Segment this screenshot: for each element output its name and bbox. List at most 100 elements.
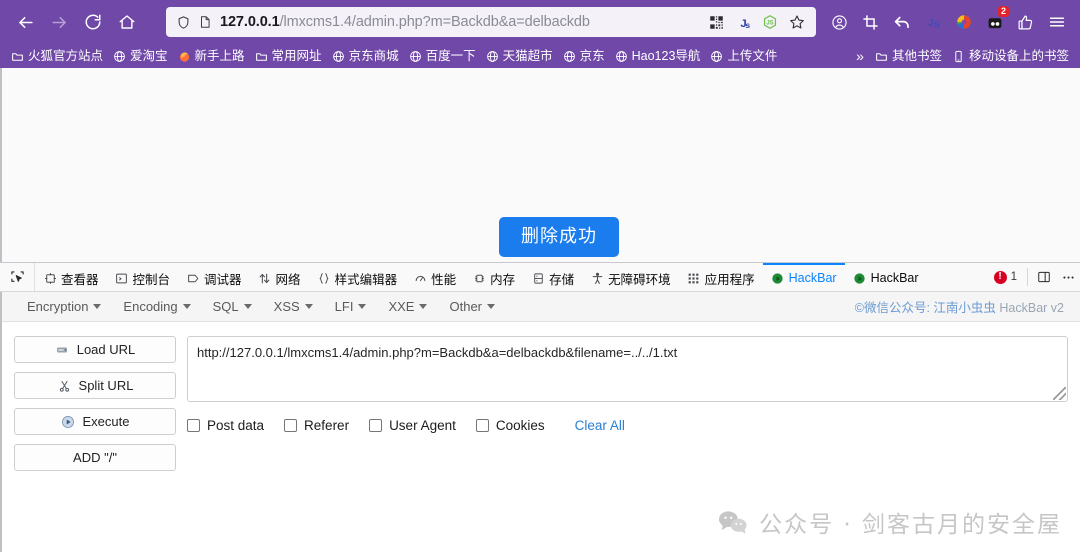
forward-button[interactable] xyxy=(42,7,76,37)
tab-style-editor[interactable]: 样式编辑器 xyxy=(309,263,406,291)
tab-application[interactable]: 应用程序 xyxy=(679,263,763,291)
tab-console[interactable]: 控制台 xyxy=(107,263,179,291)
menu-lfi[interactable]: LFI xyxy=(324,299,378,314)
load-url-button[interactable]: Load URL xyxy=(14,336,176,363)
js-toggle-icon[interactable]: JS xyxy=(917,7,948,37)
url-text[interactable]: 127.0.0.1/lmxcms1.4/admin.php?m=Backdb&a… xyxy=(216,14,702,30)
accessibility-icon xyxy=(590,271,604,285)
clear-all-link[interactable]: Clear All xyxy=(575,418,625,433)
hackbar-icon xyxy=(853,271,867,285)
extension-badge-count: 2 xyxy=(998,6,1009,17)
chevron-down-icon xyxy=(419,304,428,309)
hackbar-panel: Encryption Encoding SQL XSS LFI XXE Othe… xyxy=(0,292,1080,552)
account-icon[interactable] xyxy=(824,7,855,37)
reload-button[interactable] xyxy=(76,7,110,37)
network-icon xyxy=(258,271,272,285)
devtools-more-menu-icon[interactable] xyxy=(1056,263,1080,291)
folder-icon xyxy=(875,50,888,63)
style-editor-icon xyxy=(317,271,331,285)
scissors-icon xyxy=(57,378,72,393)
post-data-checkbox[interactable] xyxy=(187,419,200,432)
option-post-data[interactable]: Post data xyxy=(187,418,264,433)
textarea-resize-handle[interactable] xyxy=(1053,387,1066,400)
option-label: User Agent xyxy=(389,418,456,433)
page-info-icon[interactable] xyxy=(194,11,216,33)
bookmark-item[interactable]: 京东商城 xyxy=(327,47,404,65)
folder-icon xyxy=(255,50,268,63)
colorful-globe-icon[interactable] xyxy=(948,7,979,37)
credit-wechat: ©微信公众号: 江南小虫虫 xyxy=(854,301,996,315)
option-cookies[interactable]: Cookies xyxy=(475,418,545,433)
url-textarea[interactable]: http://127.0.0.1/lmxcms1.4/admin.php?m=B… xyxy=(187,336,1068,402)
tab-storage[interactable]: 存储 xyxy=(523,263,582,291)
option-label: Cookies xyxy=(495,418,545,433)
inspector-icon xyxy=(43,271,57,285)
bookmarks-overflow-chevron[interactable]: » xyxy=(850,48,870,64)
extension-badge-icon[interactable]: 2 xyxy=(979,6,1010,37)
home-button[interactable] xyxy=(110,7,144,37)
bookmark-item[interactable]: 新手上路 xyxy=(173,47,250,65)
bookmark-label: Hao123导航 xyxy=(631,49,701,63)
bookmark-item[interactable]: 天猫超市 xyxy=(481,47,558,65)
option-referer[interactable]: Referer xyxy=(284,418,349,433)
tab-debugger[interactable]: 调试器 xyxy=(178,263,250,291)
undo-arrow-icon[interactable] xyxy=(886,7,917,37)
menu-xss[interactable]: XSS xyxy=(263,299,324,314)
tab-inspector[interactable]: 查看器 xyxy=(35,263,107,291)
bookmark-item-other[interactable]: 其他书签 xyxy=(870,47,947,65)
menu-sql[interactable]: SQL xyxy=(202,299,263,314)
js-icon[interactable]: Js xyxy=(730,9,756,35)
element-picker-icon[interactable] xyxy=(0,263,35,291)
split-url-button[interactable]: Split URL xyxy=(14,372,176,399)
button-label: ADD "/" xyxy=(73,450,117,465)
bookmark-item[interactable]: 京东 xyxy=(558,47,610,65)
menu-encryption[interactable]: Encryption xyxy=(16,299,112,314)
bookmark-item[interactable]: 常用网址 xyxy=(250,47,327,65)
dock-toolbox-icon[interactable] xyxy=(1032,263,1056,291)
thumbs-up-icon[interactable] xyxy=(1010,7,1041,37)
nodejs-icon[interactable]: JS xyxy=(757,9,783,35)
execute-button[interactable]: Execute xyxy=(14,408,176,435)
url-path: /lmxcms1.4/admin.php?m=Backdb&a=delbackd… xyxy=(279,14,590,30)
add-slash-button[interactable]: ADD "/" xyxy=(14,444,176,471)
bookmark-item[interactable]: 爱淘宝 xyxy=(108,47,173,65)
tab-hackbar-active[interactable]: HackBar xyxy=(762,263,845,291)
bookmark-label: 火狐官方站点 xyxy=(28,49,104,63)
screenshot-crop-icon[interactable] xyxy=(855,7,886,37)
tab-hackbar-second[interactable]: HackBar xyxy=(845,263,927,291)
delete-success-toast[interactable]: 删除成功 xyxy=(499,217,619,257)
tab-accessibility[interactable]: 无障碍环境 xyxy=(582,263,679,291)
error-count-badge[interactable]: ! 1 xyxy=(988,263,1023,291)
play-icon xyxy=(61,414,76,429)
tabbar-divider xyxy=(1027,268,1028,286)
page-viewport: 删除成功 xyxy=(0,68,1080,262)
watermark: 公众号 · 剑客古月的安全屋 xyxy=(718,505,1062,539)
hamburger-menu-icon[interactable] xyxy=(1041,7,1072,37)
tab-performance[interactable]: 性能 xyxy=(405,263,464,291)
user-agent-checkbox[interactable] xyxy=(369,419,383,432)
bookmark-label: 爱淘宝 xyxy=(130,49,168,63)
globe-icon xyxy=(563,50,576,63)
menu-label: SQL xyxy=(212,299,239,314)
bookmark-item-mobile[interactable]: 移动设备上的书签 xyxy=(947,47,1074,65)
tab-label: HackBar xyxy=(870,271,919,285)
referer-checkbox[interactable] xyxy=(284,419,298,432)
bookmark-item[interactable]: Hao123导航 xyxy=(610,47,706,65)
bookmark-item[interactable]: 火狐官方站点 xyxy=(6,47,108,65)
bookmark-star-icon[interactable] xyxy=(784,9,810,35)
tab-network[interactable]: 网络 xyxy=(250,263,309,291)
bookmark-item[interactable]: 上传文件 xyxy=(705,47,782,65)
menu-xxe[interactable]: XXE xyxy=(377,299,438,314)
tab-memory[interactable]: 内存 xyxy=(464,263,523,291)
storage-icon xyxy=(531,271,545,285)
menu-encoding[interactable]: Encoding xyxy=(112,299,201,314)
shield-icon[interactable] xyxy=(172,11,194,33)
svg-text:JS: JS xyxy=(766,21,773,27)
bookmark-item[interactable]: 百度一下 xyxy=(404,47,481,65)
qrcode-icon[interactable] xyxy=(703,9,729,35)
option-user-agent[interactable]: User Agent xyxy=(369,418,456,433)
address-bar[interactable]: 127.0.0.1/lmxcms1.4/admin.php?m=Backdb&a… xyxy=(166,7,816,37)
menu-other[interactable]: Other xyxy=(438,299,506,314)
back-button[interactable] xyxy=(8,7,42,37)
cookies-checkbox[interactable] xyxy=(475,419,489,432)
